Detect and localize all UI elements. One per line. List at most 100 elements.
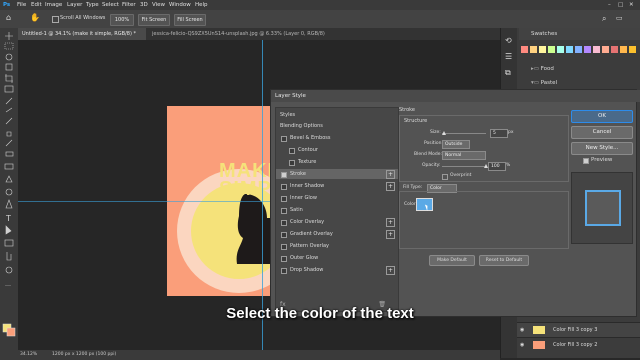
preview-checkbox[interactable] [583,158,589,164]
fit-screen-button[interactable]: Fit Screen [138,14,170,26]
style-item-drop-shadow[interactable]: Drop Shadow + [276,265,398,275]
style-item-color-overlay[interactable]: Color Overlay + [276,217,398,227]
new-style-button[interactable]: New Style... [571,142,633,155]
style-checkbox[interactable] [281,136,287,142]
reset-default-button[interactable]: Reset to Default [479,255,529,266]
zoom-tool-icon [5,266,13,274]
close-icon[interactable]: ✕ [629,2,634,8]
add-effect-icon[interactable]: + [386,170,395,179]
style-item-stroke[interactable]: Stroke + [276,169,398,179]
menu-window[interactable]: Window [169,2,191,8]
marquee-tool-icon [4,42,14,50]
tab-jessica-felicio[interactable]: jessica-felicio-QS9ZX5UnS14-unsplash.jpg… [148,28,356,40]
overprint-checkbox[interactable] [442,174,448,180]
style-item-outer-glow[interactable]: Outer Glow [276,253,398,263]
opacity-slider[interactable] [442,166,486,167]
swatch [539,46,546,53]
style-checkbox[interactable] [281,172,287,178]
add-effect-icon[interactable]: + [386,266,395,275]
style-checkbox[interactable] [289,160,295,166]
menu-file[interactable]: File [17,2,26,8]
crop-tool-icon [5,74,13,83]
swatch [602,46,609,53]
type-tool-icon: T [5,214,11,223]
size-slider[interactable] [442,133,486,134]
maximize-icon[interactable]: □ [618,2,623,8]
make-default-button[interactable]: Make Default [429,255,475,266]
style-item-texture[interactable]: Texture [276,157,398,167]
style-list: Styles Blending Options Bevel & Emboss Con… [275,107,399,312]
move-tool-icon [5,32,13,40]
menu-help[interactable]: Help [195,2,208,8]
dodge-tool-icon [5,188,13,196]
position-select[interactable]: Outside [442,140,470,149]
size-input[interactable]: 5 [490,129,508,138]
style-checkbox[interactable] [281,268,287,274]
ok-button[interactable]: OK [571,110,633,123]
style-checkbox[interactable] [281,196,287,202]
cancel-button[interactable]: Cancel [571,126,633,139]
menu-edit[interactable]: Edit [31,2,42,8]
blend-mode-select[interactable]: Normal [442,151,486,160]
pen-tool-icon [5,199,13,209]
style-checkbox[interactable] [281,220,287,226]
layer-thumbnail [533,326,545,334]
style-checkbox[interactable] [281,244,287,250]
style-preview [571,172,633,244]
tools-svg: T … [2,32,16,337]
swatch [566,46,573,53]
style-checkbox[interactable] [281,232,287,238]
scroll-all-checkbox[interactable] [52,16,59,23]
styles-header[interactable]: Styles [276,110,398,120]
style-item-inner-shadow[interactable]: Inner Shadow + [276,181,398,191]
swatches-tab[interactable]: Swatches [519,28,640,40]
menu-type[interactable]: Type [86,2,99,8]
dialog-title[interactable]: Layer Style [271,90,640,102]
photoshop-logo-icon[interactable]: Ps [3,2,10,8]
add-effect-icon[interactable]: + [386,182,395,191]
style-item-satin[interactable]: Satin [276,205,398,215]
history-panel-icon[interactable]: ⟲ [505,36,512,45]
add-effect-icon[interactable]: + [386,218,395,227]
style-checkbox[interactable] [281,256,287,262]
menu-layer[interactable]: Layer [67,2,82,8]
minimize-icon[interactable]: – [608,2,611,8]
style-checkbox[interactable] [289,148,295,154]
swatch-group-pastel[interactable]: ▾▭ Pastel [531,80,557,86]
layer-row[interactable]: ◉ Color Fill 3 copy 2 [517,337,640,352]
style-item-contour[interactable]: Contour [276,145,398,155]
tab-untitled-1[interactable]: Untitled-1 @ 34.1% (make it simple, RGB/… [18,28,146,40]
lasso-tool-icon [5,53,13,61]
fill-screen-button[interactable]: Fill Screen [174,14,206,26]
home-icon[interactable]: ⌂ [6,13,11,22]
workspace-icon[interactable]: ▭ [616,14,623,22]
status-doc-size[interactable]: 1200 px x 1200 px (100 ppi) [52,352,116,357]
style-checkbox[interactable] [281,208,287,214]
swatch-group-food[interactable]: ▸▭ Food [531,66,554,72]
swatch-grid-svg [521,46,636,53]
search-icon[interactable]: ⌕ [602,14,606,24]
vertical-guide[interactable] [262,40,263,350]
style-item-label: Satin [290,207,303,213]
size-slider-handle[interactable] [442,131,446,135]
menu-filter[interactable]: Filter [122,2,136,8]
style-item-pattern-overlay[interactable]: Pattern Overlay [276,241,398,251]
properties-panel-icon[interactable]: ☰ [505,52,512,61]
style-checkbox[interactable] [281,184,287,190]
zoom-100-button[interactable]: 100% [110,14,134,26]
status-zoom[interactable]: 34.12% [20,352,37,357]
style-item-gradient-overlay[interactable]: Gradient Overlay + [276,229,398,239]
style-item-inner-glow[interactable]: Inner Glow [276,193,398,203]
menu-3d[interactable]: 3D [140,2,148,8]
style-item-blending-options[interactable]: Blending Options [276,121,398,131]
style-item-bevel-emboss[interactable]: Bevel & Emboss [276,133,398,143]
hand-tool-icon[interactable]: ✋ [30,13,40,22]
menu-select[interactable]: Select [102,2,119,8]
libraries-panel-icon[interactable]: ⧉ [505,68,511,78]
visibility-eye-icon[interactable]: ◉ [520,338,524,352]
opacity-input[interactable]: 100 [488,162,506,171]
menu-view[interactable]: View [152,2,165,8]
menu-image[interactable]: Image [45,2,62,8]
add-effect-icon[interactable]: + [386,230,395,239]
stroke-settings: Stroke Structure Size: 5 px Position: Ou… [399,107,569,310]
